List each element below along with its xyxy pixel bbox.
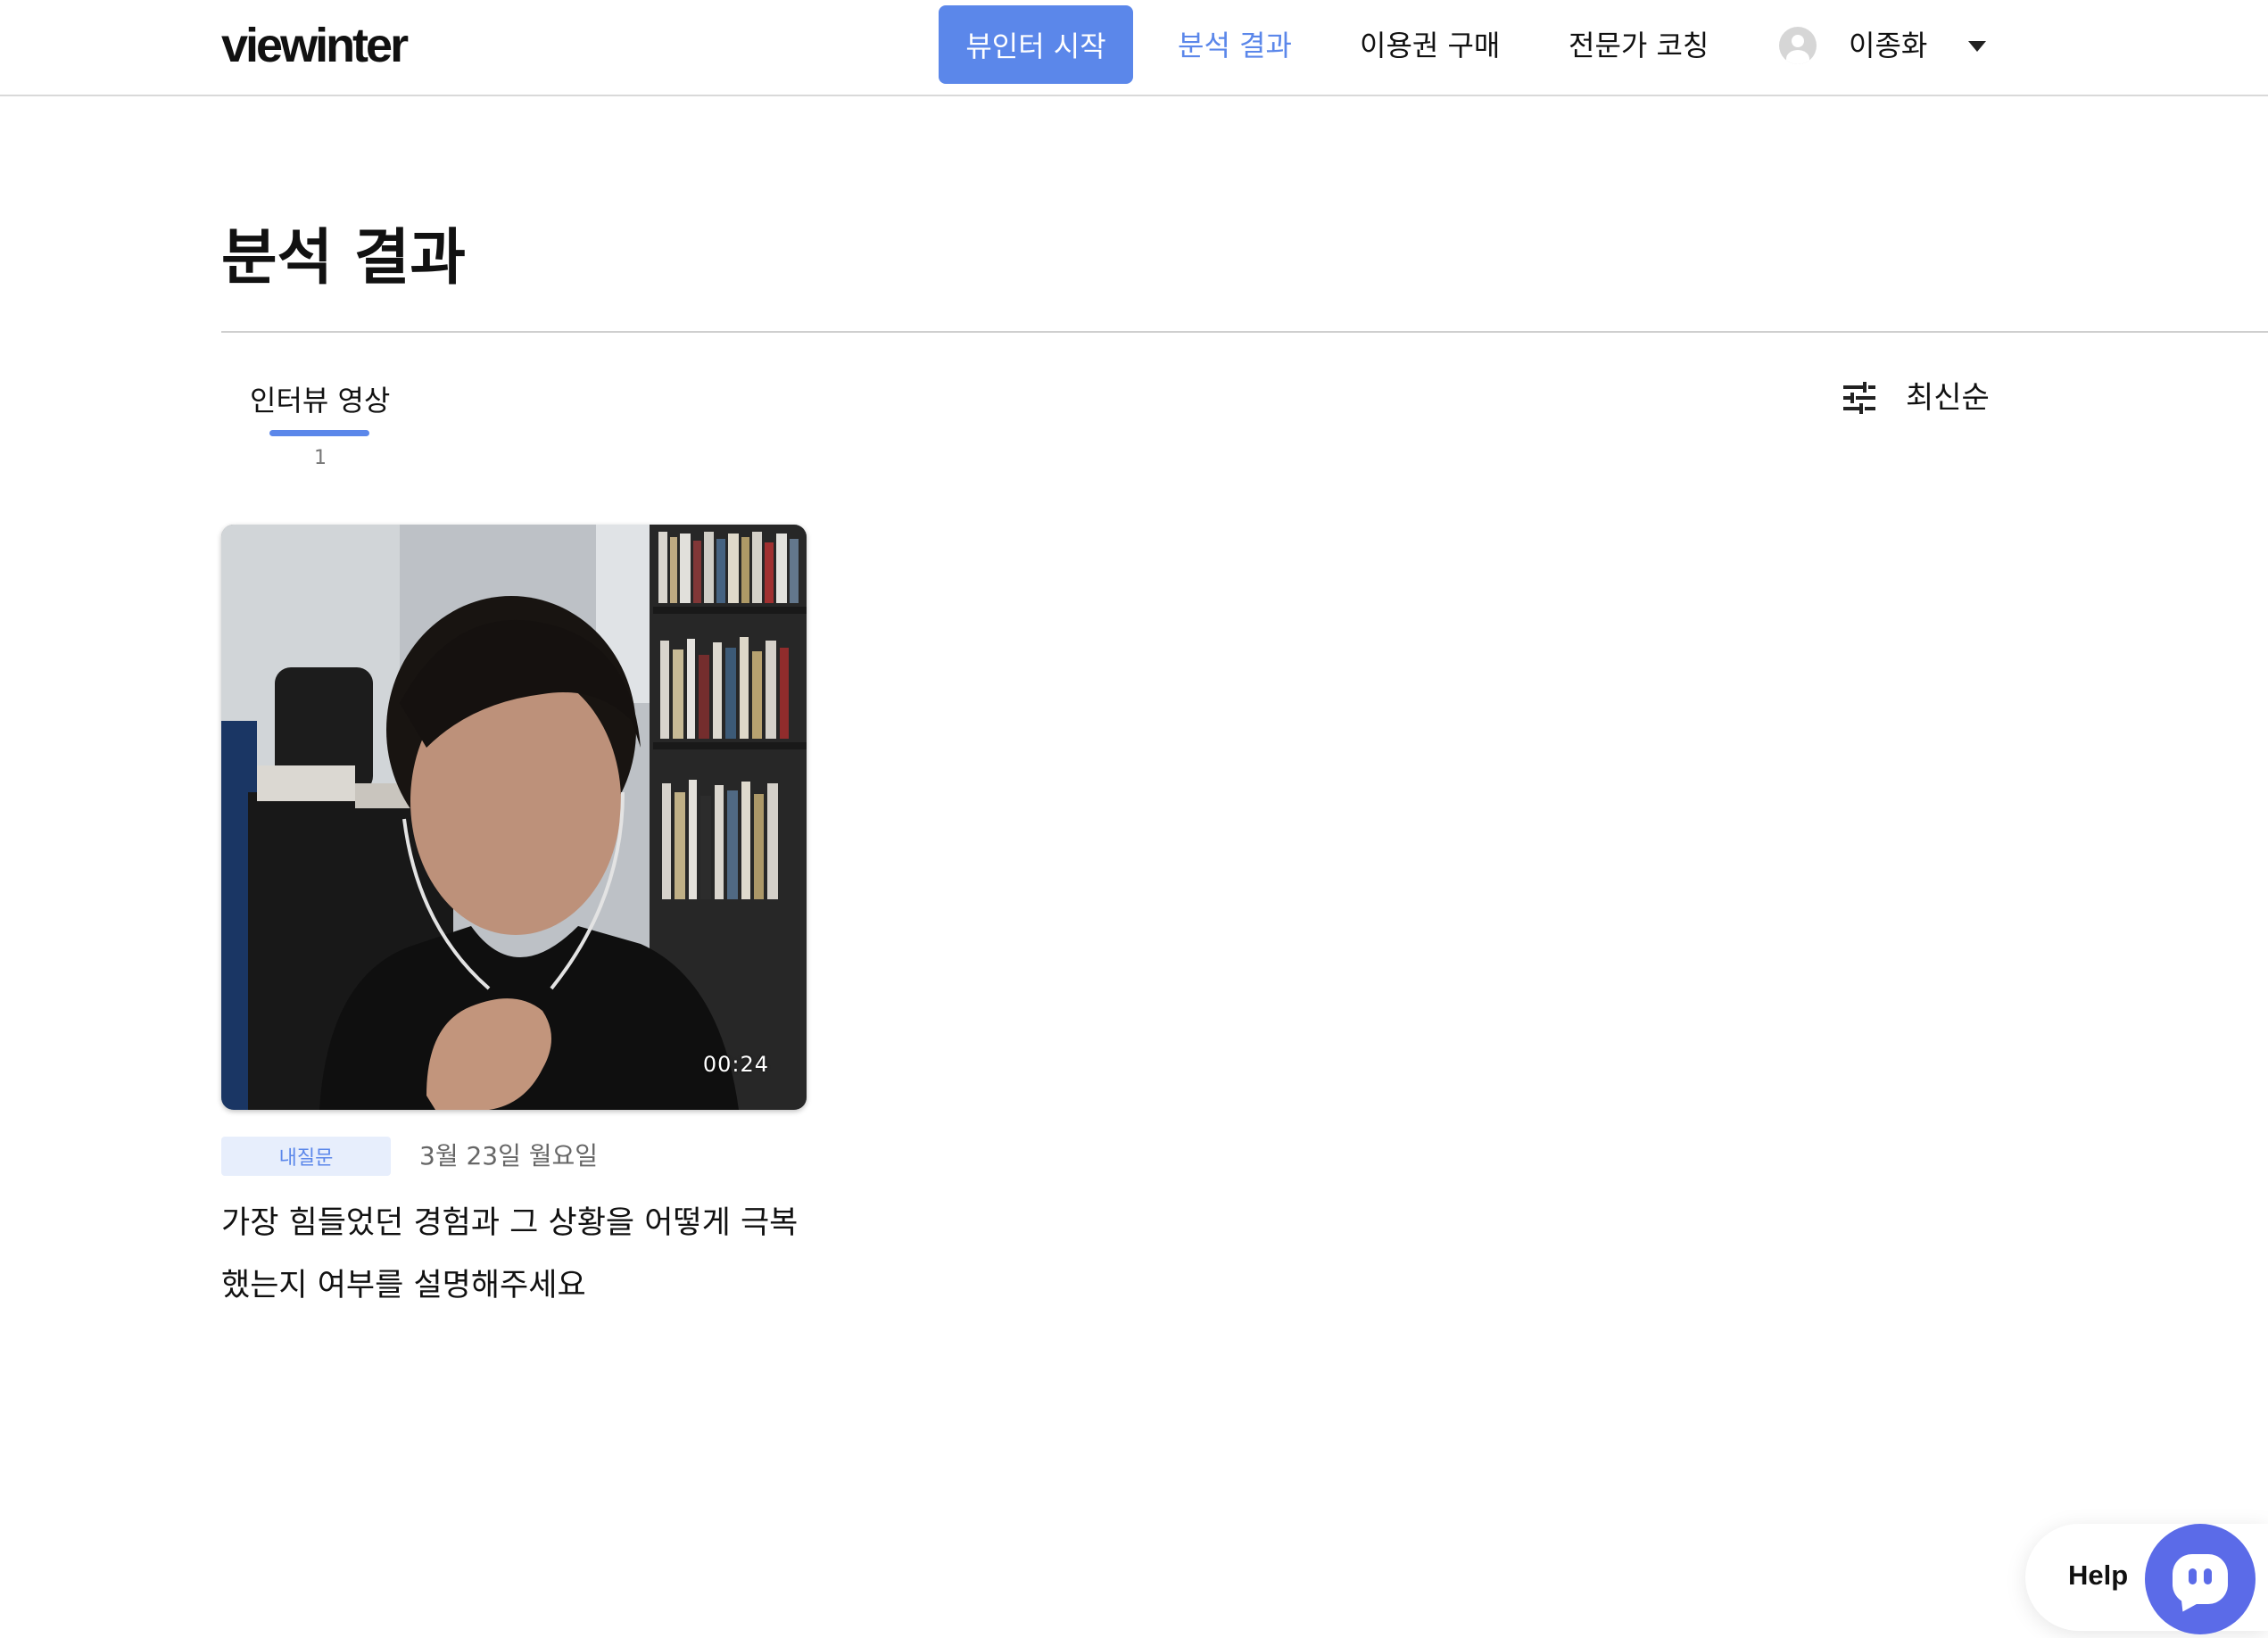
tab-count: 1 bbox=[314, 447, 327, 469]
video-card[interactable]: 00:24 내질문 3월 23일 월요일 가장 힘들었던 경험과 그 상황을 어… bbox=[221, 525, 807, 1303]
tab-interview-videos[interactable]: 인터뷰 영상 1 bbox=[250, 382, 391, 469]
question-type-badge: 내질문 bbox=[221, 1137, 391, 1176]
tab-active-indicator bbox=[269, 430, 369, 436]
nav-purchase-pass[interactable]: 이용권 구매 bbox=[1360, 27, 1500, 64]
sort-control[interactable]: 최신순 bbox=[1842, 378, 1990, 418]
nav-expert-coaching[interactable]: 전문가 코칭 bbox=[1569, 27, 1709, 64]
sliders-icon bbox=[1843, 382, 1875, 414]
card-date: 3월 23일 월요일 bbox=[419, 1141, 599, 1171]
video-thumbnail[interactable]: 00:24 bbox=[221, 525, 807, 1110]
title-divider bbox=[221, 331, 2268, 333]
start-interview-button[interactable]: 뷰인터 시작 bbox=[939, 5, 1133, 84]
sort-label: 최신순 bbox=[1906, 380, 1990, 416]
tab-label: 인터뷰 영상 bbox=[250, 384, 391, 418]
user-avatar-icon[interactable] bbox=[1779, 27, 1817, 64]
help-label[interactable]: Help bbox=[2068, 1558, 2128, 1593]
video-duration: 00:24 bbox=[702, 1052, 769, 1077]
viewinter-logo[interactable]: viewinter bbox=[221, 16, 409, 75]
card-question[interactable]: 가장 힘들었던 경험과 그 상황을 어떻게 극복했는지 여부를 설명해주세요 bbox=[221, 1192, 810, 1317]
card-meta: 내질문 3월 23일 월요일 bbox=[221, 1137, 807, 1176]
chat-button[interactable] bbox=[2145, 1524, 2256, 1634]
help-widget[interactable]: Help bbox=[2025, 1524, 2268, 1638]
top-nav-bar: viewinter 뷰인터 시작 분석 결과 이용권 구매 전문가 코칭 이종화 bbox=[0, 0, 2268, 96]
page-title: 분석 결과 bbox=[221, 223, 466, 294]
user-name[interactable]: 이종화 bbox=[1849, 27, 1927, 64]
nav-analysis-results[interactable]: 분석 결과 bbox=[1178, 27, 1292, 64]
chat-bubble-icon bbox=[2173, 1554, 2228, 1617]
chevron-down-icon[interactable] bbox=[1968, 41, 1986, 52]
interview-video-frame bbox=[221, 525, 807, 1110]
